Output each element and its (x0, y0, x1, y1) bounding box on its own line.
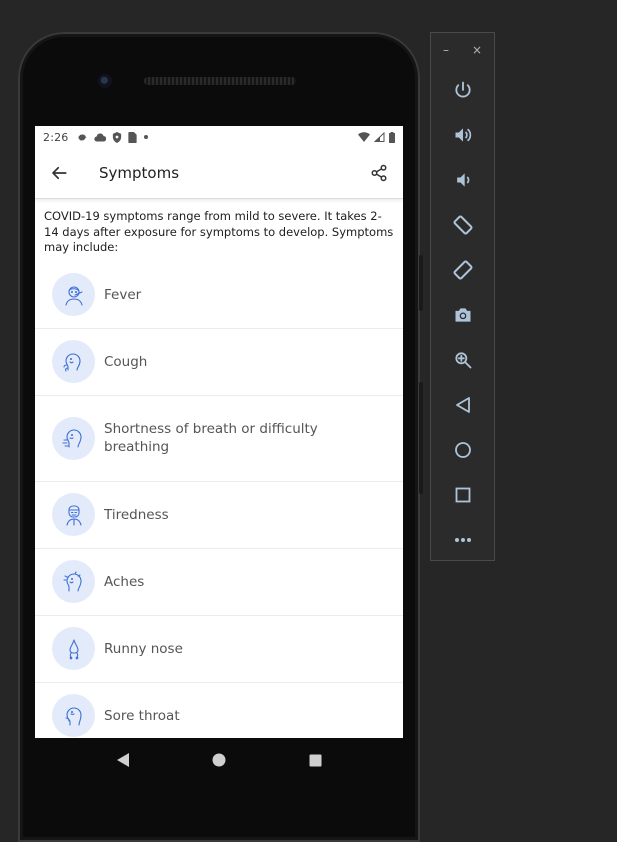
nav-recents-button[interactable] (300, 745, 330, 775)
volume-down-icon (456, 172, 469, 187)
home-circle-icon (212, 753, 226, 767)
screenshot-button[interactable] (431, 292, 494, 337)
volume-rocker (419, 255, 423, 311)
symptom-list: Fever Cough Shortness of breath or diffi… (35, 262, 403, 739)
breath-icon (52, 416, 95, 460)
zoom-icon (454, 351, 471, 368)
back-button[interactable] (35, 149, 83, 197)
intro-text: COVID-19 symptoms range from mild to sev… (44, 209, 394, 254)
cloud-icon (93, 133, 106, 142)
battery-icon (389, 131, 395, 143)
emulator-back-button[interactable] (431, 382, 494, 427)
fever-icon (52, 273, 95, 316)
rotate-left-icon (452, 214, 473, 235)
sim-card-icon (127, 131, 137, 143)
rotate-right-icon (452, 259, 473, 280)
more-options-button[interactable] (431, 517, 494, 562)
close-button[interactable]: × (472, 43, 482, 57)
symptom-label: Cough (104, 353, 148, 370)
app-bar: Symptoms (35, 148, 403, 199)
emulator-home-button[interactable] (431, 427, 494, 472)
home-icon (454, 441, 471, 458)
share-button[interactable] (355, 149, 403, 197)
app-screen: 2:26 Symptoms COVID-19 symptoms range fr… (35, 126, 403, 738)
shield-icon (112, 131, 121, 143)
cough-icon (52, 340, 95, 383)
nav-back-button[interactable] (108, 745, 138, 775)
power-button (419, 382, 423, 494)
tiredness-icon (52, 493, 95, 536)
symptom-label: Fever (104, 286, 142, 303)
symptom-label: Aches (104, 573, 145, 590)
emulator-overview-button[interactable] (431, 472, 494, 517)
back-icon (455, 396, 470, 413)
symptom-item-runny-nose[interactable]: Runny nose (35, 616, 403, 683)
aches-icon (52, 560, 95, 603)
gear-icon (77, 133, 87, 141)
volume-up-icon (455, 127, 471, 142)
front-camera (98, 74, 112, 88)
symptom-item-aches[interactable]: Aches (35, 549, 403, 616)
symptom-item-tiredness[interactable]: Tiredness (35, 482, 403, 549)
symptom-label: Shortness of breath or difficulty breath… (104, 421, 318, 455)
share-icon (371, 164, 387, 182)
more-icon (454, 537, 471, 542)
symptom-label: Tiredness (104, 506, 169, 523)
symptom-label: Sore throat (104, 707, 180, 724)
volume-down-button[interactable] (431, 157, 494, 202)
symptom-item-sore-throat[interactable]: Sore throat (35, 683, 403, 739)
back-triangle-icon (117, 753, 129, 767)
emulator-controls-panel: – × (430, 32, 495, 561)
camera-icon (455, 307, 470, 322)
signal-icon (374, 132, 385, 142)
runny-nose-icon (52, 627, 95, 670)
arrow-left-icon (52, 166, 67, 180)
power-button[interactable] (431, 67, 494, 112)
earpiece-speaker (144, 77, 296, 85)
minimize-button[interactable]: – (443, 43, 449, 57)
rotate-right-button[interactable] (431, 247, 494, 292)
status-time: 2:26 (43, 130, 69, 144)
symptom-label: Runny nose (104, 640, 183, 657)
recents-square-icon (309, 754, 321, 766)
symptom-item-fever[interactable]: Fever (35, 262, 403, 329)
dot-icon (143, 135, 148, 139)
symptom-item-cough[interactable]: Cough (35, 329, 403, 396)
symptom-item-shortness-of-breath[interactable]: Shortness of breath or difficulty breath… (35, 396, 403, 482)
status-bar: 2:26 (35, 126, 403, 148)
volume-up-button[interactable] (431, 112, 494, 157)
zoom-button[interactable] (431, 337, 494, 382)
power-icon (454, 81, 471, 97)
rotate-left-button[interactable] (431, 202, 494, 247)
overview-icon (455, 487, 470, 502)
nav-home-button[interactable] (204, 745, 234, 775)
system-nav-bar (35, 738, 403, 782)
page-title: Symptoms (99, 164, 180, 182)
sore-throat-icon (52, 694, 95, 737)
wifi-icon (358, 132, 370, 142)
